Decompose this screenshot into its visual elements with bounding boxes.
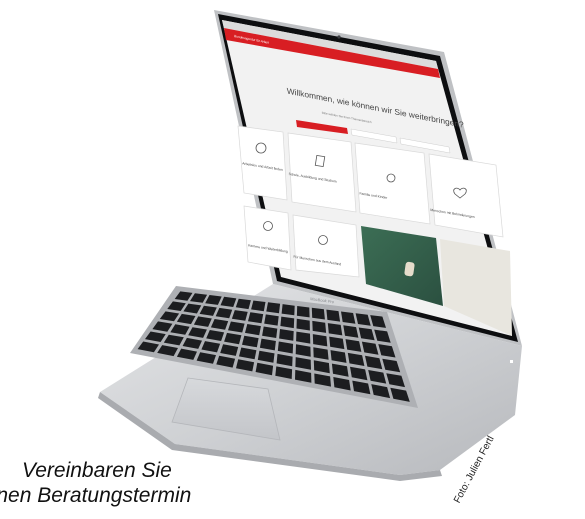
tile-karriere[interactable] [243, 205, 292, 271]
webcam [337, 35, 341, 39]
tile-behinderungen[interactable] [428, 153, 504, 238]
keyboard-key [327, 323, 343, 336]
keyboard-key [296, 306, 310, 318]
keyboard-key [266, 302, 281, 314]
tile-ausland[interactable] [292, 214, 360, 278]
caption-line-2: einen Beratungstermin [0, 484, 192, 507]
tile-familie[interactable] [354, 142, 431, 225]
keyboard-key [296, 318, 310, 331]
keyboard-key [311, 307, 325, 320]
keyboard-key [326, 309, 341, 322]
keyboard-key [312, 320, 327, 333]
keyboard-key [251, 300, 266, 312]
caption: Vereinbaren Sie einen Beratungstermin [0, 458, 330, 508]
keyboard-key [264, 314, 279, 326]
caption-line-1: Vereinbaren Sie [22, 459, 172, 482]
laptop-photo: Bundesagentur für Arbeit Willkommen, wie… [98, 10, 522, 481]
indicator-light [510, 360, 513, 363]
keyboard-key [281, 304, 295, 316]
